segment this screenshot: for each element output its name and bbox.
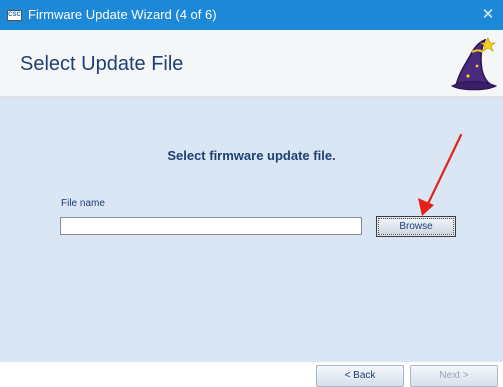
browse-button-label: Browse [378,218,454,235]
wizard-header: Select Update File [0,30,503,97]
next-button[interactable]: Next > [410,365,498,387]
file-name-label: File name [61,198,105,209]
back-button[interactable]: < Back [316,365,404,387]
app-icon: CSC [7,10,22,21]
wizard-hat-icon [450,37,498,91]
title-bar: CSC Firmware Update Wizard (4 of 6) ✕ [0,0,503,30]
page-title: Select Update File [20,53,184,75]
close-button[interactable]: ✕ [479,5,497,25]
browse-button[interactable]: Browse [376,216,456,237]
wizard-content: Select firmware update file. File name B… [0,97,503,387]
instruction-text: Select firmware update file. [167,148,336,163]
window-title: Firmware Update Wizard (4 of 6) [28,7,217,22]
file-name-input[interactable] [60,217,362,235]
